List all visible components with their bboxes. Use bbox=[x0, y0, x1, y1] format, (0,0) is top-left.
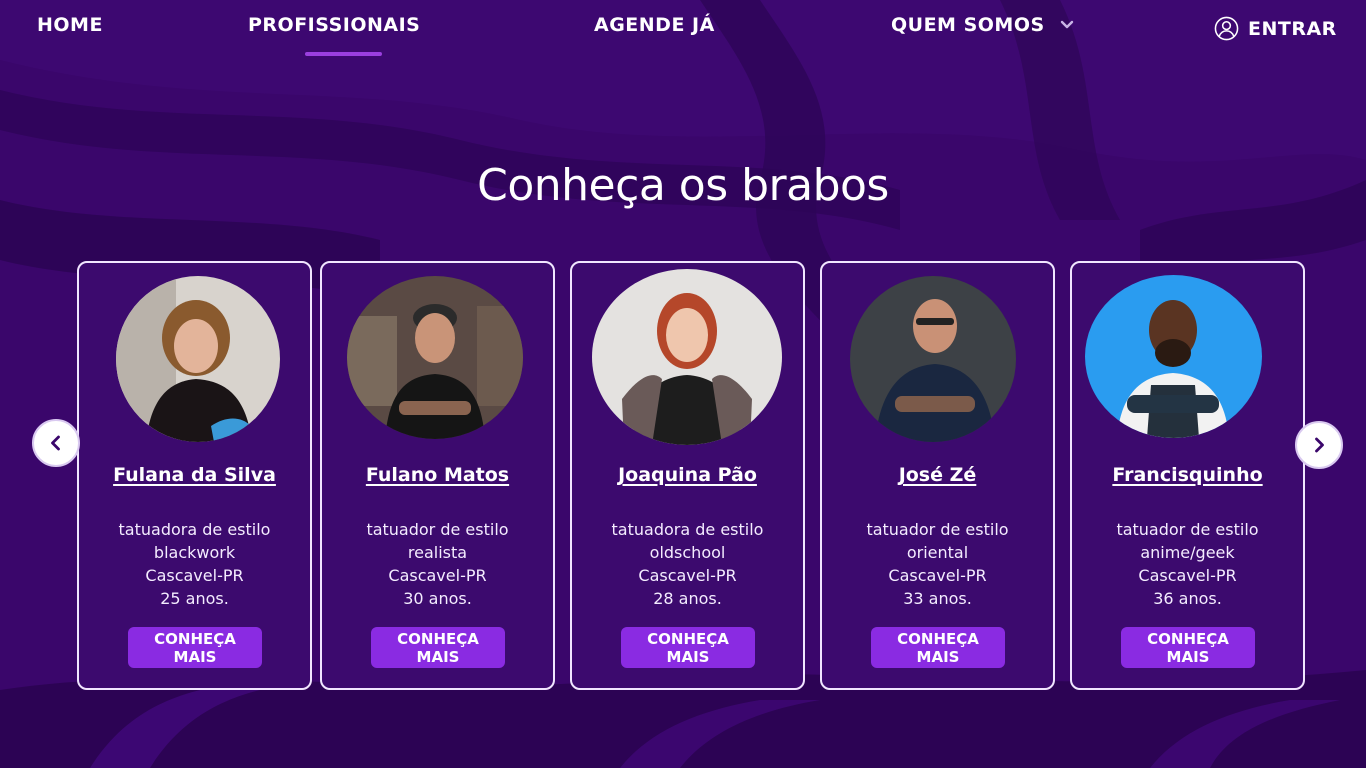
professional-city: Cascavel-PR bbox=[388, 566, 487, 585]
professional-name-link[interactable]: Fulano Matos bbox=[322, 464, 553, 486]
professional-style: blackwork bbox=[153, 543, 236, 562]
professional-role: tatuador de estilo bbox=[866, 520, 1009, 539]
button-label-line1: CONHEÇA bbox=[647, 630, 729, 648]
professional-card: José Zé tatuador de estilo oriental Casc… bbox=[820, 261, 1055, 690]
professional-style: realista bbox=[407, 543, 468, 562]
user-circle-icon bbox=[1214, 16, 1239, 41]
professional-description: tatuadora de estilo oldschool Cascavel-P… bbox=[572, 518, 803, 610]
button-label-line1: CONHEÇA bbox=[154, 630, 236, 648]
login-label: ENTRAR bbox=[1248, 17, 1337, 40]
professional-name-link[interactable]: Francisquinho bbox=[1072, 464, 1303, 486]
button-label-line2: MAIS bbox=[666, 648, 710, 666]
button-label-line2: MAIS bbox=[1166, 648, 1210, 666]
carousel-next-button[interactable] bbox=[1295, 421, 1343, 469]
carousel-prev-button[interactable] bbox=[32, 419, 80, 467]
portrait-photo bbox=[592, 269, 782, 445]
professional-role: tatuadora de estilo bbox=[118, 520, 271, 539]
professional-age: 28 anos. bbox=[653, 589, 722, 608]
professional-card: Joaquina Pão tatuadora de estilo oldscho… bbox=[570, 261, 805, 690]
professional-name-link[interactable]: Joaquina Pão bbox=[572, 464, 803, 486]
professional-name-link[interactable]: José Zé bbox=[822, 464, 1053, 486]
top-navigation: HOME PROFISSIONAIS AGENDE JÁ QUEM SOMOS … bbox=[0, 0, 1366, 70]
professional-role: tatuadora de estilo bbox=[611, 520, 764, 539]
professional-style: oriental bbox=[906, 543, 969, 562]
professional-card: Fulana da Silva tatuadora de estilo blac… bbox=[77, 261, 312, 690]
chevron-right-icon bbox=[1315, 437, 1324, 453]
nav-profissionais-link[interactable]: PROFISSIONAIS bbox=[248, 14, 420, 36]
professional-description: tatuador de estilo realista Cascavel-PR … bbox=[322, 518, 553, 610]
professional-description: tatuadora de estilo blackwork Cascavel-P… bbox=[79, 518, 310, 610]
page-title: Conheça os brabos bbox=[477, 160, 889, 211]
professional-description: tatuador de estilo oriental Cascavel-PR … bbox=[822, 518, 1053, 610]
professional-style: anime/geek bbox=[1140, 543, 1235, 562]
button-label-line2: MAIS bbox=[416, 648, 460, 666]
professionals-carousel: Fulana da Silva tatuadora de estilo blac… bbox=[0, 260, 1366, 692]
avatar bbox=[116, 276, 280, 442]
conheca-mais-button[interactable]: CONHEÇA MAIS bbox=[871, 627, 1005, 668]
avatar bbox=[347, 276, 523, 439]
avatar bbox=[592, 269, 782, 445]
professional-city: Cascavel-PR bbox=[1138, 566, 1237, 585]
professional-city: Cascavel-PR bbox=[888, 566, 987, 585]
conheca-mais-button[interactable]: CONHEÇA MAIS bbox=[621, 627, 755, 668]
professional-role: tatuador de estilo bbox=[366, 520, 509, 539]
chevron-down-icon bbox=[1060, 20, 1073, 29]
professional-card: Fulano Matos tatuador de estilo realista… bbox=[320, 261, 555, 690]
professional-description: tatuador de estilo anime/geek Cascavel-P… bbox=[1072, 518, 1303, 610]
nav-agende-link[interactable]: AGENDE JÁ bbox=[594, 14, 715, 36]
avatar bbox=[1085, 275, 1262, 438]
avatar bbox=[850, 276, 1016, 442]
button-label-line1: CONHEÇA bbox=[897, 630, 979, 648]
chevron-left-icon bbox=[51, 435, 60, 451]
button-label-line1: CONHEÇA bbox=[1147, 630, 1229, 648]
professional-age: 30 anos. bbox=[403, 589, 472, 608]
professional-age: 36 anos. bbox=[1153, 589, 1222, 608]
nav-quem-somos-dropdown[interactable]: QUEM SOMOS bbox=[891, 14, 1075, 36]
professional-card: Francisquinho tatuador de estilo anime/g… bbox=[1070, 261, 1305, 690]
professional-age: 25 anos. bbox=[160, 589, 229, 608]
button-label-line1: CONHEÇA bbox=[397, 630, 479, 648]
login-button[interactable]: ENTRAR bbox=[1214, 16, 1337, 41]
professional-city: Cascavel-PR bbox=[145, 566, 244, 585]
professional-city: Cascavel-PR bbox=[638, 566, 737, 585]
professional-age: 33 anos. bbox=[903, 589, 972, 608]
professional-role: tatuador de estilo bbox=[1116, 520, 1259, 539]
conheca-mais-button[interactable]: CONHEÇA MAIS bbox=[1121, 627, 1255, 668]
active-nav-indicator bbox=[305, 52, 382, 56]
portrait-photo bbox=[850, 276, 1016, 442]
professional-style: oldschool bbox=[649, 543, 726, 562]
portrait-photo bbox=[116, 276, 280, 442]
portrait-photo bbox=[1085, 275, 1262, 438]
portrait-photo bbox=[347, 276, 523, 439]
button-label-line2: MAIS bbox=[173, 648, 217, 666]
nav-home-link[interactable]: HOME bbox=[37, 14, 103, 36]
nav-quem-somos-label: QUEM SOMOS bbox=[891, 14, 1045, 36]
conheca-mais-button[interactable]: CONHEÇA MAIS bbox=[128, 627, 262, 668]
conheca-mais-button[interactable]: CONHEÇA MAIS bbox=[371, 627, 505, 668]
button-label-line2: MAIS bbox=[916, 648, 960, 666]
professional-name-link[interactable]: Fulana da Silva bbox=[79, 464, 310, 486]
